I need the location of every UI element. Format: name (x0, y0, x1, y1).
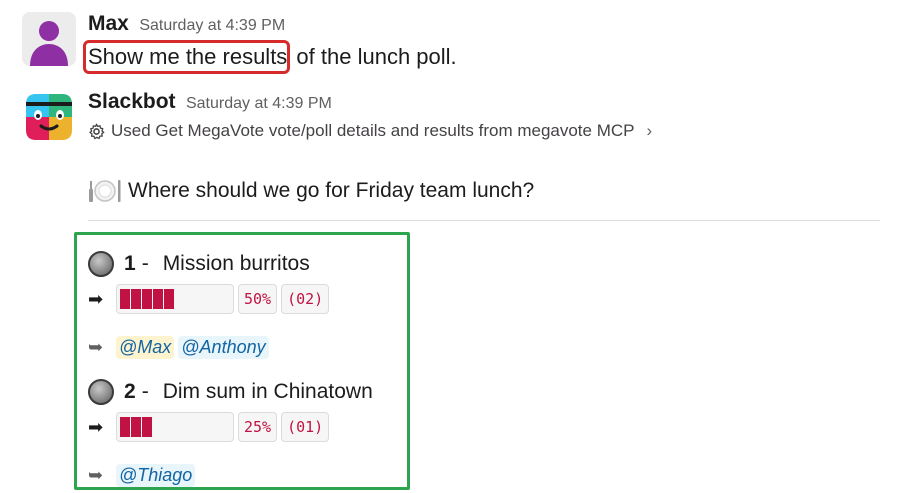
message-text: Show me the results of the lunch poll. (83, 40, 457, 74)
poll-title: Where should we go for Friday team lunch… (88, 178, 534, 204)
progress-bar-segment (142, 289, 153, 309)
progress-bar-segment (142, 417, 153, 437)
message-text-rest: of the lunch poll. (290, 44, 457, 69)
reply-arrow-icon: ➥ (88, 336, 104, 357)
progress-bar-segment (153, 289, 164, 309)
percent-badge: 25% (238, 412, 278, 442)
author-name[interactable]: Slackbot (88, 90, 176, 113)
poll-option: 1 - Mission burritos ➡ 50% (02) ➥ @Max @… (88, 250, 408, 360)
mention-max[interactable]: @Max (116, 335, 175, 359)
message-header: Max Saturday at 4:39 PM (88, 12, 285, 36)
mention-thiago[interactable]: @Thiago (116, 463, 196, 487)
option-title: 1 - Mission burritos (88, 250, 408, 278)
progress-bar-segment (131, 289, 142, 309)
result-bar-row: ➡ 50% (02) (88, 284, 408, 314)
option-number: 1 (124, 252, 136, 275)
timestamp[interactable]: Saturday at 4:39 PM (139, 17, 285, 34)
mention-anthony[interactable]: @Anthony (178, 335, 269, 359)
user-icon (22, 12, 76, 66)
poll-title-text: Where should we go for Friday team lunch… (128, 179, 535, 202)
message-max: Max Saturday at 4:39 PM Show me the resu… (22, 12, 882, 74)
progress-bar (116, 284, 234, 314)
timestamp[interactable]: Saturday at 4:39 PM (186, 95, 332, 112)
plate-icon (89, 180, 121, 202)
message-header: Slackbot Saturday at 4:39 PM (88, 90, 332, 114)
option-dash: - (141, 252, 149, 275)
progress-bar-fill (120, 289, 175, 309)
poll-option: 2 - Dim sum in Chinatown ➡ 25% (01) ➥ @T… (88, 378, 408, 488)
progress-bar-segment (164, 289, 175, 309)
progress-bar (116, 412, 234, 442)
progress-bar-segment (131, 417, 142, 437)
radio-circle-icon (88, 379, 114, 405)
tool-call-text: Used Get MegaVote vote/poll details and … (111, 121, 635, 140)
option-label: Dim sum in Chinatown (162, 380, 373, 403)
voters-row: ➥ @Thiago (88, 462, 408, 488)
percent-badge: 50% (238, 284, 278, 314)
option-number: 2 (124, 380, 136, 403)
gear-icon (89, 123, 105, 139)
option-label: Mission burritos (162, 252, 310, 275)
option-title: 2 - Dim sum in Chinatown (88, 378, 408, 406)
progress-bar-segment (120, 289, 131, 309)
voters-row: ➥ @Max @Anthony (88, 334, 408, 360)
arrow-right-icon: ➡ (88, 416, 104, 437)
option-dash: - (141, 380, 149, 403)
avatar-max[interactable] (22, 12, 76, 66)
vote-count-badge: (01) (281, 412, 330, 442)
avatar-slackbot[interactable] (22, 90, 76, 144)
radio-circle-icon (88, 251, 114, 277)
chevron-right-icon[interactable]: › (646, 121, 652, 141)
author-name[interactable]: Max (88, 12, 129, 35)
reply-arrow-icon: ➥ (88, 464, 104, 485)
vote-count-badge: (02) (281, 284, 330, 314)
divider (88, 220, 880, 221)
tool-call-line[interactable]: Used Get MegaVote vote/poll details and … (88, 121, 652, 141)
result-bar-row: ➡ 25% (01) (88, 412, 408, 442)
progress-bar-fill (120, 417, 153, 437)
slackbot-icon (22, 90, 76, 144)
arrow-right-icon: ➡ (88, 288, 104, 309)
progress-bar-segment (120, 417, 131, 437)
highlighted-text: Show me the results (83, 40, 291, 74)
message-slackbot: Slackbot Saturday at 4:39 PM Used Get Me… (22, 90, 882, 150)
